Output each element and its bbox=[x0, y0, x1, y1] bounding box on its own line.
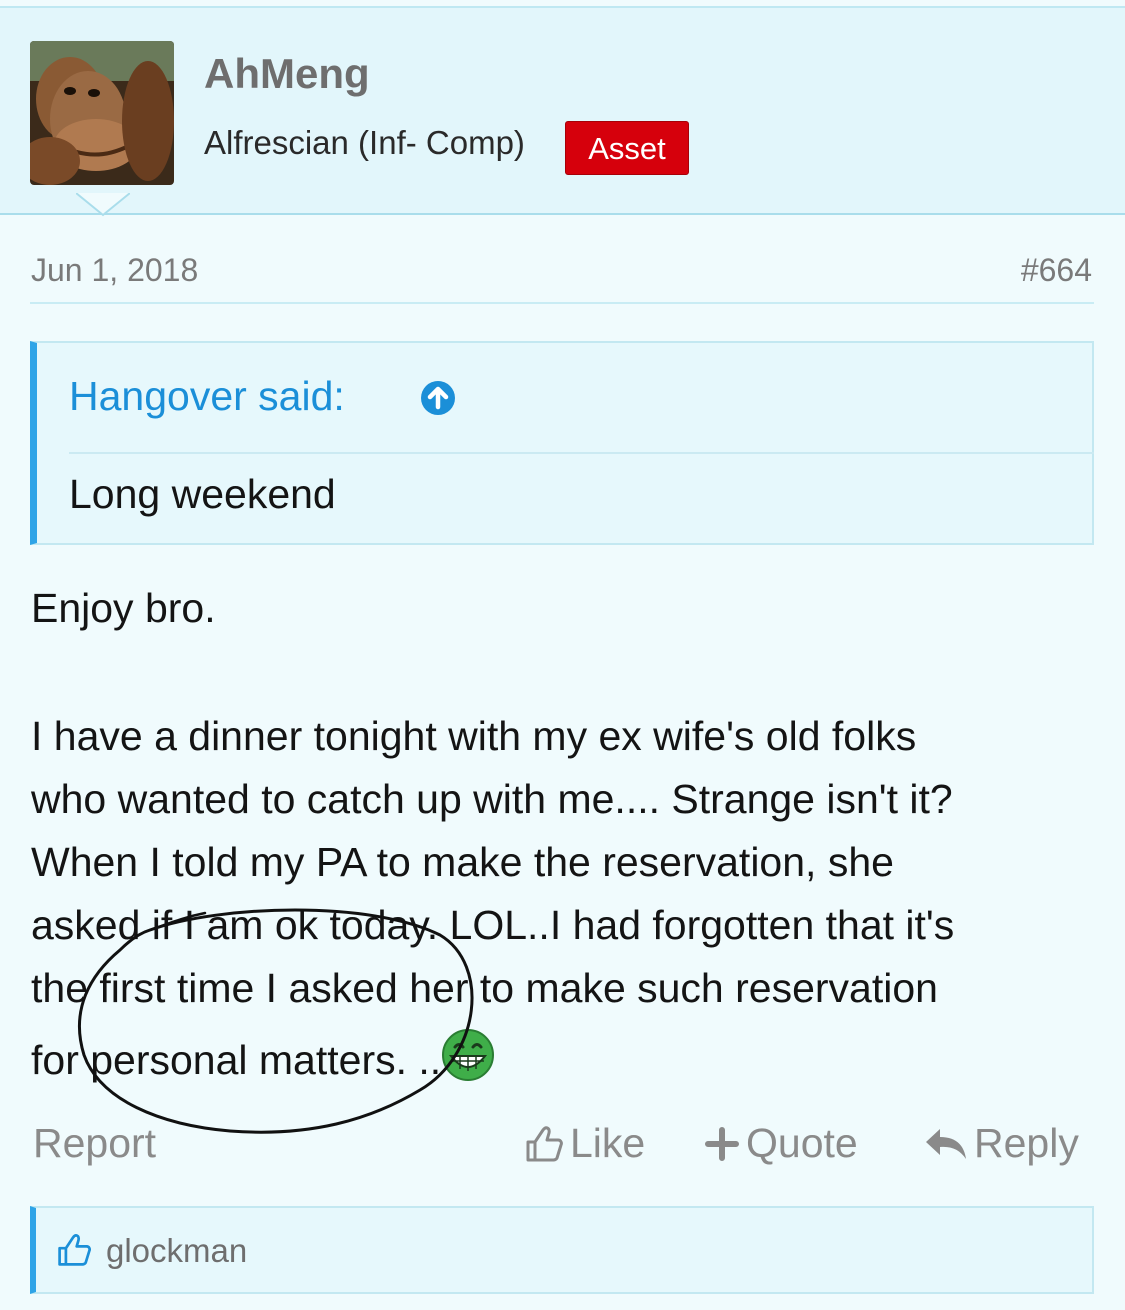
quote-header: Hangover said: bbox=[69, 343, 1094, 454]
quote-label: Quote bbox=[746, 1120, 858, 1166]
reply-arrow-icon bbox=[926, 1128, 966, 1159]
quote-author-link[interactable]: Hangover said: bbox=[69, 373, 345, 420]
like-button[interactable]: Like bbox=[524, 1120, 645, 1167]
author-username[interactable]: AhMeng bbox=[204, 50, 370, 98]
post-author-header: AhMeng Alfrescian (Inf- Comp) Asset bbox=[0, 8, 1125, 215]
user-avatar[interactable] bbox=[30, 41, 174, 185]
post-date[interactable]: Jun 1, 2018 bbox=[31, 252, 198, 289]
report-link[interactable]: Report bbox=[33, 1120, 156, 1167]
reply-button[interactable]: Reply bbox=[924, 1120, 1079, 1167]
meta-divider bbox=[30, 302, 1094, 304]
message-line: asked if I am ok today. LOL..I had forgo… bbox=[31, 902, 955, 948]
post-permalink-number[interactable]: #664 bbox=[1021, 252, 1092, 289]
author-badge: Asset bbox=[565, 121, 689, 175]
message-line-text: for personal matters. .. bbox=[31, 1037, 442, 1083]
author-user-title: Alfrescian (Inf- Comp) bbox=[204, 124, 525, 161]
message-line: Enjoy bro. bbox=[31, 585, 216, 631]
quote-button[interactable]: Quote bbox=[704, 1120, 858, 1167]
message-line: the first time I asked her to make such … bbox=[31, 965, 938, 1011]
header-pointer-arrow bbox=[76, 193, 130, 217]
message-line-with-emoji: for personal matters. .. bbox=[31, 1028, 495, 1084]
like-label: Like bbox=[570, 1120, 646, 1166]
quote-block: Hangover said: Long weekend bbox=[30, 341, 1094, 545]
thumbs-up-icon bbox=[526, 1125, 563, 1161]
grinning-emoji-icon bbox=[442, 1029, 495, 1081]
message-line: I have a dinner tonight with my ex wife'… bbox=[31, 713, 917, 759]
likes-summary: glockman bbox=[30, 1206, 1094, 1294]
orangutan-avatar-icon bbox=[30, 41, 174, 185]
liked-by-user-link[interactable]: glockman bbox=[106, 1232, 247, 1270]
plus-icon bbox=[705, 1126, 739, 1161]
message-line: who wanted to catch up with me.... Stran… bbox=[31, 776, 953, 822]
thumbs-up-icon bbox=[58, 1234, 91, 1266]
message-line: When I told my PA to make the reservatio… bbox=[31, 839, 894, 885]
quote-text: Long weekend bbox=[69, 471, 336, 517]
arrow-up-circle-icon[interactable] bbox=[419, 379, 457, 417]
reply-label: Reply bbox=[974, 1120, 1079, 1166]
